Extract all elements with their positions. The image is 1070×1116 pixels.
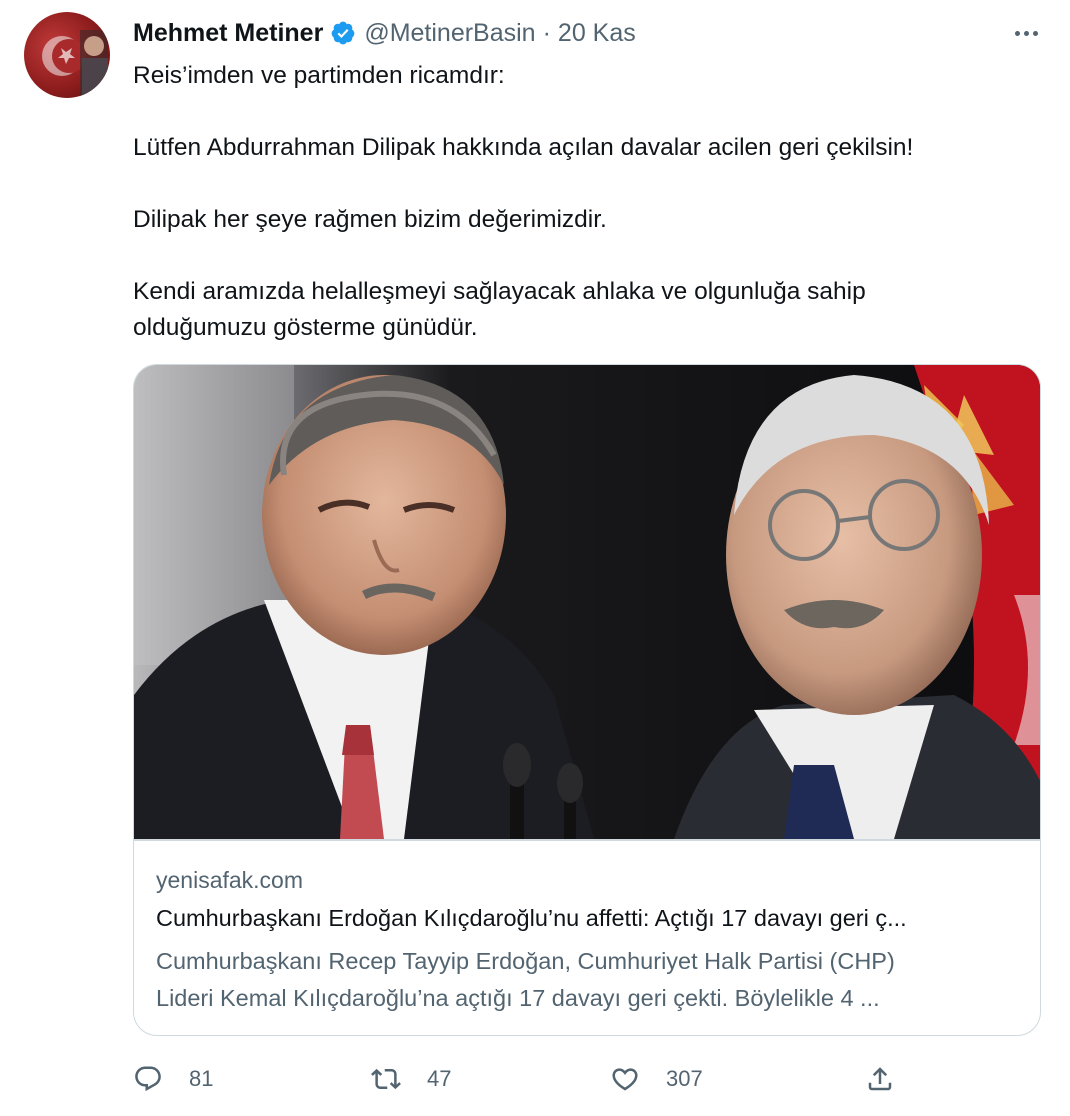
tweet-date[interactable]: 20 Kas [558,19,636,48]
reply-button[interactable]: 81 [133,1060,213,1098]
card-title: Cumhurbaşkanı Erdoğan Kılıçdaroğlu’nu af… [156,905,907,931]
tweet-header: Mehmet Metiner @MetinerBasin · 20 Kas [133,16,636,50]
like-count: 307 [666,1066,703,1091]
tweet-text-line: Kendi aramızda helalleşmeyi sağlayacak a… [133,278,866,305]
tweet-text-line: Reis’imden ve partimden ricamdır: [133,62,505,89]
card-description-line: Lideri Kemal Kılıçdaroğlu’na açtığı 17 d… [156,985,880,1011]
link-preview-card[interactable]: yenisafak.com Cumhurbaşkanı Erdoğan Kılı… [133,364,1041,1036]
more-dot [1014,30,1020,36]
verified-badge-icon [330,20,356,46]
author-display-name[interactable]: Mehmet Metiner [133,19,323,48]
card-domain: yenisafak.com [156,867,304,893]
heart-icon [610,1064,640,1094]
share-button[interactable] [865,1060,895,1098]
card-divider [134,839,1040,841]
avatar[interactable] [24,12,110,98]
tweet-text-line: olduğumuzu gösterme günüdür. [133,314,478,341]
like-button[interactable]: 307 [610,1060,703,1098]
card-description-line: Cumhurbaşkanı Recep Tayyip Erdoğan, Cumh… [156,948,895,974]
reply-count: 81 [189,1066,214,1091]
tweet[interactable]: Mehmet Metiner @MetinerBasin · 20 Kas Re… [0,0,1070,1116]
separator-dot: · [542,18,551,47]
more-options-icon[interactable] [1008,18,1044,48]
more-dot [1023,30,1029,36]
tweet-actions: 81 47 307 [133,1060,913,1098]
retweet-icon [371,1064,401,1094]
card-description: Cumhurbaşkanı Recep Tayyip Erdoğan, Cumh… [156,943,1016,1017]
card-image [134,365,1040,839]
share-icon [865,1064,895,1094]
tweet-text-line: Lütfen Abdurrahman Dilipak hakkında açıl… [133,134,914,161]
retweet-button[interactable]: 47 [371,1060,451,1098]
more-dot [1032,30,1038,36]
tweet-text: Reis’imden ve partimden ricamdır: Lütfen… [133,58,1033,346]
tweet-text-line: Dilipak her şeye rağmen bizim değerimizd… [133,206,607,233]
avatar-image [42,30,108,98]
retweet-count: 47 [427,1066,452,1091]
author-handle[interactable]: @MetinerBasin [364,19,535,48]
reply-icon [133,1064,163,1094]
